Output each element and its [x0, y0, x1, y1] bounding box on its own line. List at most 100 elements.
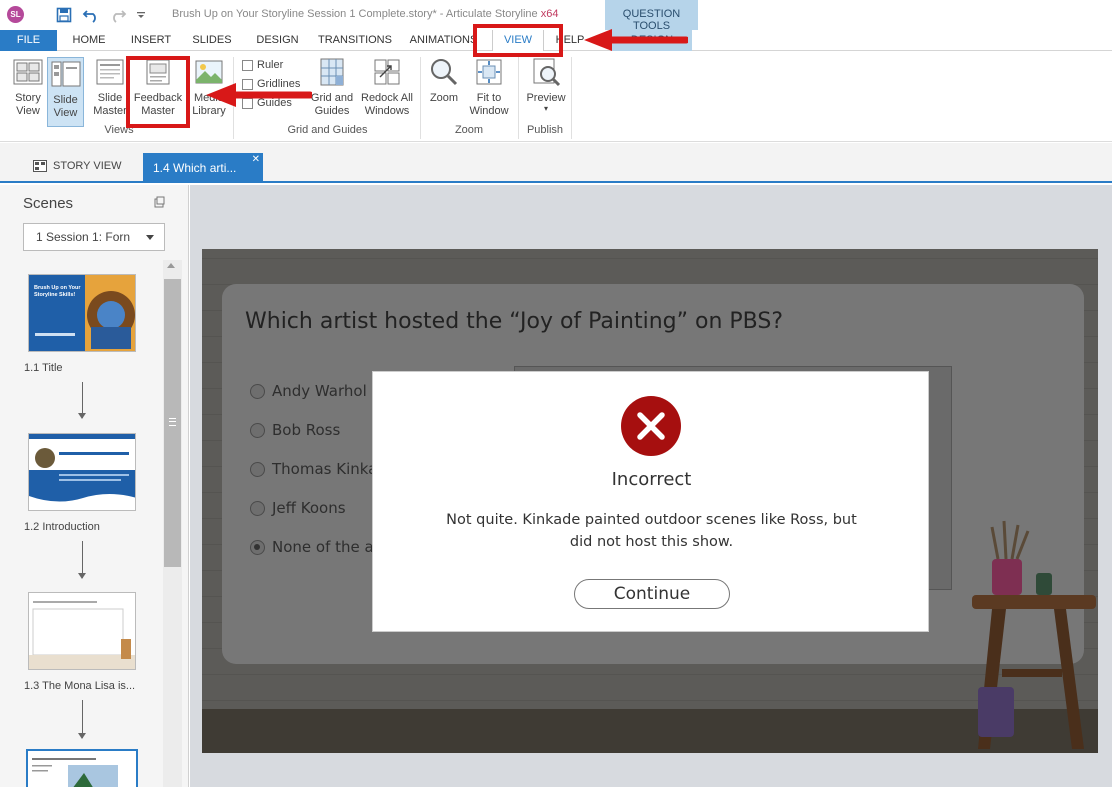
answer-choice[interactable]: Bob Ross — [250, 421, 340, 439]
story-view-button[interactable]: Story View — [8, 56, 48, 118]
flow-arrow-icon — [78, 382, 86, 419]
highlight-box-feedback-master — [126, 56, 190, 128]
slide-view-button[interactable]: Slide View — [47, 57, 84, 127]
undo-icon[interactable] — [81, 5, 101, 25]
ruler-label: Ruler — [257, 59, 284, 71]
answer-choice-label: Bob Ross — [272, 421, 341, 439]
ruler-checkbox-box[interactable] — [242, 59, 253, 71]
question-text: Which artist hosted the “Joy of Painting… — [245, 309, 784, 334]
zoom-group-label: Zoom — [454, 124, 484, 136]
scroll-grip-icon — [169, 418, 176, 426]
scrollbar-thumb[interactable] — [164, 279, 181, 567]
zoom-magnifier-icon — [428, 56, 460, 88]
story-view-tab[interactable]: STORY VIEW — [33, 160, 121, 172]
customize-toolbar-icon[interactable] — [131, 5, 151, 25]
answer-choice[interactable]: Andy Warhol — [250, 382, 367, 400]
save-icon[interactable] — [54, 5, 74, 25]
radio-button[interactable] — [250, 461, 265, 477]
fit-to-window-button[interactable]: Fit to Window — [465, 56, 513, 118]
answer-choice-label: None of the a — [272, 538, 374, 556]
document-tab-bar: STORY VIEW 1.4 Which arti... ✕ — [0, 143, 1112, 183]
annotation-arrow-icon — [206, 83, 312, 107]
answer-choice[interactable]: Thomas Kinka — [250, 460, 377, 478]
answer-choice[interactable]: Jeff Koons — [250, 499, 346, 517]
window-title-text: Brush Up on Your Storyline Session 1 Com… — [172, 8, 538, 20]
scene-dropdown[interactable]: 1 Session 1: Forn — [23, 223, 165, 251]
answer-choice-label: Thomas Kinka — [272, 460, 378, 478]
active-slide-tab-label: 1.4 Which arti... — [153, 161, 237, 175]
answer-choice-label: Andy Warhol — [272, 382, 367, 400]
flow-arrow-icon — [78, 541, 86, 579]
scenes-panel-title: Scenes — [23, 195, 74, 212]
flow-arrow-icon — [78, 700, 86, 739]
preview-dropdown-icon[interactable]: ▾ — [524, 105, 568, 113]
group-separator — [571, 57, 572, 139]
group-separator — [420, 57, 421, 139]
slide-thumbnail-1-1[interactable]: Brush Up on Your Storyline Skills! — [28, 274, 136, 352]
publish-group-label: Publish — [526, 124, 564, 136]
slide-label-1-1: 1.1 Title — [24, 362, 63, 374]
story-view-line2: View — [16, 105, 40, 117]
ruler-checkbox[interactable]: Ruler — [242, 59, 283, 71]
slide-view-line1: Slide — [53, 94, 78, 106]
tab-home[interactable]: HOME — [63, 30, 115, 51]
annotation-arrow-icon — [584, 29, 688, 51]
slide-view-icon — [50, 58, 82, 90]
x-circle-icon — [621, 396, 681, 456]
restore-panel-icon[interactable] — [153, 196, 165, 211]
tab-insert[interactable]: INSERT — [124, 30, 178, 51]
fit-to-window-line1: Fit to — [476, 92, 502, 104]
scenes-scrollbar[interactable] — [163, 260, 182, 787]
story-view-tab-icon — [33, 160, 47, 172]
answer-choice-label: Jeff Koons — [272, 499, 346, 517]
preview-button[interactable]: Preview ▾ — [524, 56, 568, 113]
grid-and-guides-button[interactable]: Grid and Guides — [308, 56, 356, 118]
slide-view-line2: View — [53, 107, 78, 119]
radio-button[interactable] — [250, 422, 265, 438]
tab-design[interactable]: DESIGN — [250, 30, 305, 51]
slide-label-1-3: 1.3 The Mona Lisa is... — [24, 680, 136, 692]
fit-to-window-icon — [473, 56, 505, 88]
group-separator — [518, 57, 519, 139]
app-logo: SL — [7, 6, 24, 23]
redock-line1: Redock All — [361, 92, 413, 104]
answer-choice[interactable]: None of the a — [250, 538, 374, 556]
story-view-line1: Story — [15, 92, 41, 104]
slide-master-line2: Master — [93, 105, 127, 117]
feedback-title: Incorrect — [611, 469, 692, 490]
fit-to-window-line2: Window — [469, 105, 509, 117]
grid-and-guides-line2: Guides — [314, 105, 350, 117]
redock-line2: Windows — [364, 105, 410, 117]
redock-all-windows-button[interactable]: Redock All Windows — [358, 56, 416, 118]
redo-icon[interactable] — [108, 5, 128, 25]
active-slide-tab[interactable]: 1.4 Which arti... ✕ — [143, 153, 263, 183]
grid-and-guides-line1: Grid and — [310, 92, 354, 104]
story-view-tab-label: STORY VIEW — [53, 160, 122, 172]
scene-dropdown-value: 1 Session 1: Forn — [36, 230, 131, 244]
tab-file[interactable]: FILE — [0, 30, 57, 51]
slide-thumbnail-1-4[interactable] — [26, 749, 138, 787]
radio-button[interactable] — [250, 383, 265, 399]
continue-button[interactable]: Continue — [574, 579, 730, 609]
tab-animations[interactable]: ANIMATIONS — [405, 30, 482, 51]
slide-thumbnail-1-3[interactable] — [28, 592, 136, 670]
zoom-button[interactable]: Zoom — [425, 56, 463, 105]
highlight-box-view-tab — [473, 24, 563, 57]
zoom-label: Zoom — [429, 92, 459, 104]
slide-thumbnail-1-2[interactable] — [28, 433, 136, 511]
close-tab-icon[interactable]: ✕ — [252, 154, 260, 165]
slide-label-1-2: 1.2 Introduction — [24, 521, 100, 533]
tab-slides[interactable]: SLIDES — [186, 30, 238, 51]
grid-and-guides-icon — [316, 56, 348, 88]
window-title-arch: x64 — [540, 8, 559, 20]
radio-button-selected[interactable] — [250, 539, 265, 555]
tab-transitions[interactable]: TRANSITIONS — [315, 30, 395, 51]
chevron-down-icon — [146, 235, 154, 240]
radio-button[interactable] — [250, 500, 265, 516]
slide-master-button[interactable]: Slide Master — [90, 56, 130, 118]
redock-windows-icon — [371, 56, 403, 88]
scroll-up-arrow-icon[interactable] — [167, 263, 175, 268]
scenes-panel: Scenes 1 Session 1: Forn Brush Up on You… — [0, 185, 189, 787]
slide-master-line1: Slide — [97, 92, 123, 104]
easel-paint-jar-illustration — [972, 520, 1096, 749]
